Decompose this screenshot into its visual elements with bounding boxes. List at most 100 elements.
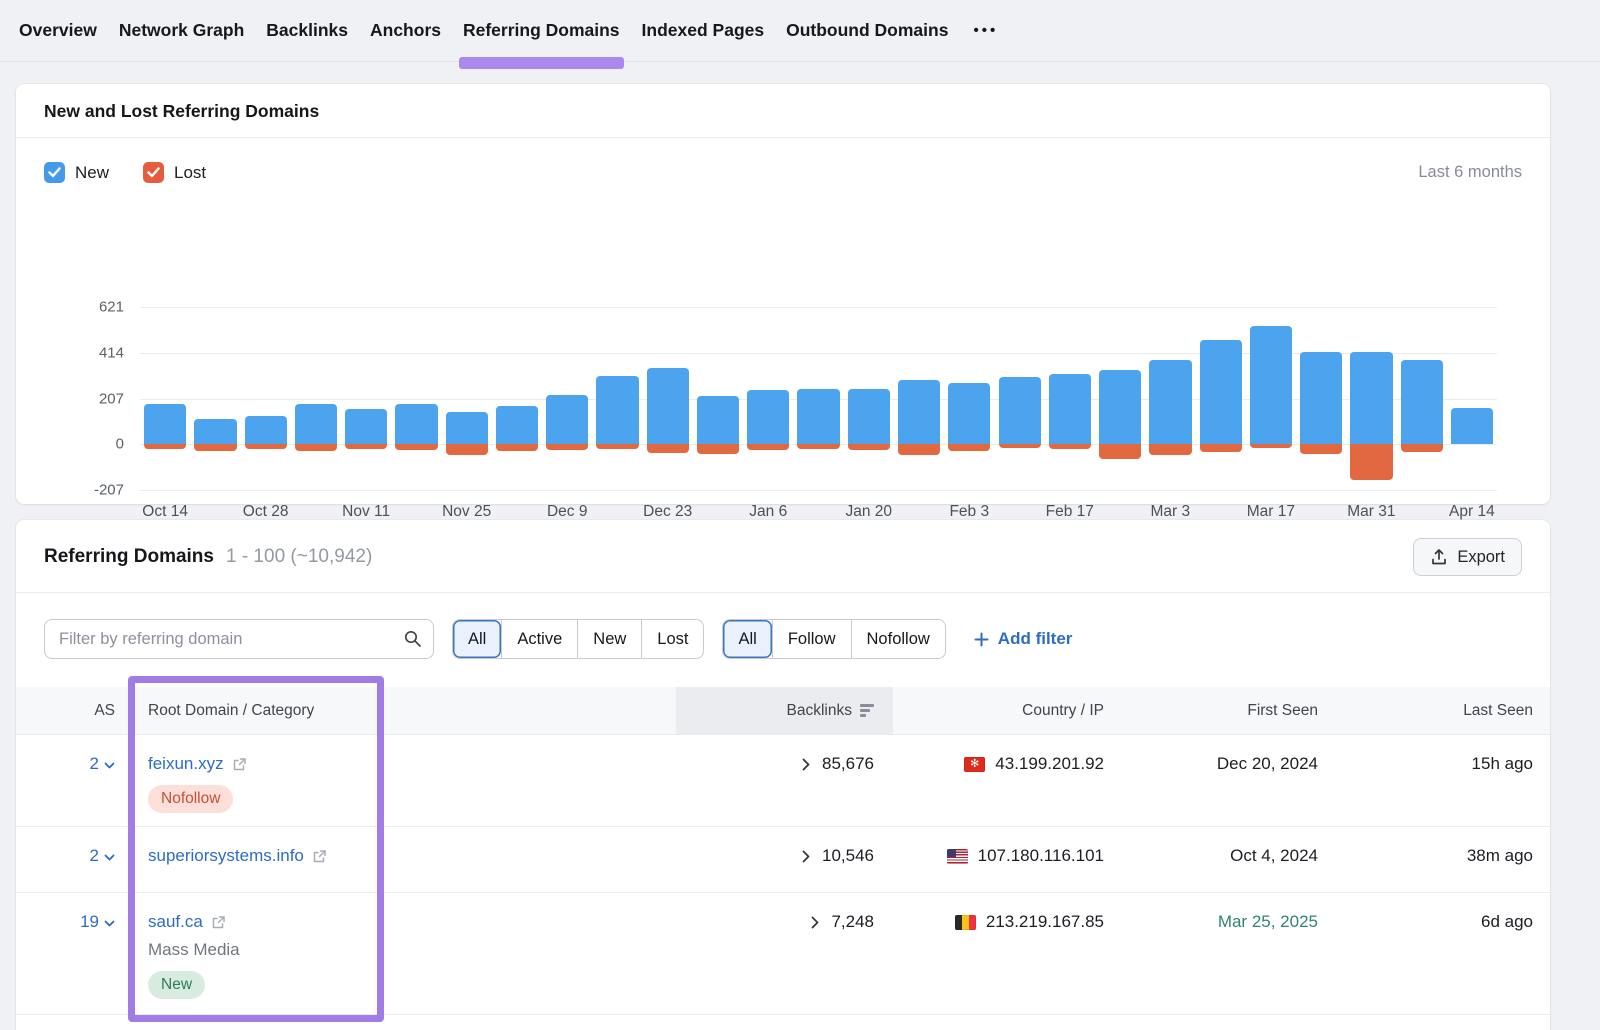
chart-bar-new[interactable] bbox=[546, 395, 588, 444]
tab-referring-domains[interactable]: Referring Domains bbox=[452, 0, 631, 62]
y-axis-tick-label: 414 bbox=[99, 344, 124, 361]
chart-bar-new[interactable] bbox=[1149, 360, 1191, 444]
status-filter-lost[interactable]: Lost bbox=[641, 620, 703, 658]
chart-bar-lost[interactable] bbox=[747, 444, 789, 450]
as-expander[interactable]: 2 bbox=[16, 735, 126, 777]
chart-bar-lost[interactable] bbox=[1250, 444, 1292, 448]
chart-bar-lost[interactable] bbox=[1049, 444, 1091, 449]
chart-bar-new[interactable] bbox=[596, 376, 638, 444]
chevron-right-icon[interactable] bbox=[802, 758, 810, 771]
chart-bar-new[interactable] bbox=[194, 419, 236, 444]
external-link-icon[interactable] bbox=[211, 915, 226, 930]
chart-bar-lost[interactable] bbox=[345, 444, 387, 449]
chart-bar-new[interactable] bbox=[999, 377, 1041, 444]
chart-bar-lost[interactable] bbox=[848, 444, 890, 450]
chart-bar-new[interactable] bbox=[848, 389, 890, 445]
checkbox-new-icon[interactable] bbox=[44, 162, 65, 183]
chart-bar-lost[interactable] bbox=[1099, 444, 1141, 459]
chart-bar-lost[interactable] bbox=[245, 444, 287, 449]
as-expander[interactable]: 19 bbox=[16, 893, 126, 935]
tab-anchors[interactable]: Anchors bbox=[359, 0, 452, 62]
export-button[interactable]: Export bbox=[1413, 538, 1522, 576]
chart-bar-new[interactable] bbox=[1200, 340, 1242, 444]
column-header-backlinks[interactable]: Backlinks bbox=[676, 687, 893, 734]
search-icon[interactable] bbox=[403, 629, 422, 653]
chart-bar-new[interactable] bbox=[747, 390, 789, 444]
chart-bar-new[interactable] bbox=[1300, 352, 1342, 444]
chart-bar-new[interactable] bbox=[797, 389, 839, 445]
chart-bar-new[interactable] bbox=[948, 383, 990, 444]
chart-bar-lost[interactable] bbox=[999, 444, 1041, 448]
backlinks-count[interactable]: 7,248 bbox=[831, 909, 874, 935]
status-filter-new[interactable]: New bbox=[577, 620, 641, 658]
add-filter-button[interactable]: Add filter bbox=[974, 629, 1073, 649]
chart-bar-new[interactable] bbox=[1049, 374, 1091, 445]
chevron-right-icon[interactable] bbox=[811, 916, 819, 929]
chart-bar-lost[interactable] bbox=[496, 444, 538, 451]
more-tabs-icon[interactable]: ••• bbox=[959, 0, 1012, 62]
chart-bar-new[interactable] bbox=[395, 404, 437, 444]
chart-bar-new[interactable] bbox=[647, 368, 689, 444]
domain-link[interactable]: sauf.ca bbox=[148, 909, 226, 935]
chart-bar-lost[interactable] bbox=[1300, 444, 1342, 453]
external-link-icon[interactable] bbox=[312, 849, 327, 864]
chart-bar-lost[interactable] bbox=[546, 444, 588, 450]
chart-bar-new[interactable] bbox=[295, 404, 337, 444]
tab-indexed-pages[interactable]: Indexed Pages bbox=[631, 0, 776, 62]
follow-filter-all[interactable]: All bbox=[723, 620, 771, 658]
table-row: 19 sauf.ca Mass Media New 7,248 213.219.… bbox=[16, 893, 1550, 1015]
follow-filter-follow[interactable]: Follow bbox=[772, 620, 851, 658]
external-link-icon[interactable] bbox=[232, 757, 247, 772]
backlinks-count[interactable]: 85,676 bbox=[822, 751, 874, 777]
chart-bar-lost[interactable] bbox=[647, 444, 689, 453]
chart-bar-new[interactable] bbox=[1451, 408, 1493, 445]
chart-bar-new[interactable] bbox=[898, 380, 940, 444]
legend-lost-checkbox[interactable]: Lost bbox=[143, 162, 206, 183]
chart-bar-lost[interactable] bbox=[395, 444, 437, 450]
chart-bar-new[interactable] bbox=[245, 416, 287, 445]
status-filter-all[interactable]: All bbox=[453, 620, 501, 658]
column-header-root-domain[interactable]: Root Domain / Category bbox=[126, 687, 676, 734]
tab-backlinks[interactable]: Backlinks bbox=[255, 0, 359, 62]
column-header-last-seen[interactable]: Last Seen bbox=[1318, 687, 1533, 734]
chart-bar-new[interactable] bbox=[345, 409, 387, 444]
follow-filter-nofollow[interactable]: Nofollow bbox=[851, 620, 945, 658]
chart-bar-new[interactable] bbox=[496, 406, 538, 444]
chart-bar-new[interactable] bbox=[697, 396, 739, 445]
tab-outbound-domains[interactable]: Outbound Domains bbox=[775, 0, 959, 62]
chart-bar-lost[interactable] bbox=[144, 444, 186, 449]
chart-bar-lost[interactable] bbox=[596, 444, 638, 449]
chart-bar-lost[interactable] bbox=[1350, 444, 1392, 480]
chart-bar-lost[interactable] bbox=[948, 444, 990, 451]
chart-bar-new[interactable] bbox=[1401, 360, 1443, 444]
chart-bar-new[interactable] bbox=[144, 404, 186, 444]
chart-bar-new[interactable] bbox=[1099, 370, 1141, 444]
chart-bar-lost[interactable] bbox=[295, 444, 337, 451]
chart-bar-new[interactable] bbox=[1250, 326, 1292, 444]
column-header-country-ip[interactable]: Country / IP bbox=[893, 687, 1104, 734]
column-header-as[interactable]: AS bbox=[16, 687, 126, 734]
legend-new-checkbox[interactable]: New bbox=[44, 162, 109, 183]
domain-link[interactable]: feixun.xyz bbox=[148, 751, 247, 777]
chart-bar-lost[interactable] bbox=[194, 444, 236, 451]
chart-bar-lost[interactable] bbox=[697, 444, 739, 454]
sort-descending-icon[interactable] bbox=[860, 704, 874, 717]
chevron-right-icon[interactable] bbox=[802, 850, 810, 863]
tab-network-graph[interactable]: Network Graph bbox=[108, 0, 255, 62]
chart-bar-new[interactable] bbox=[1350, 352, 1392, 444]
status-filter-active[interactable]: Active bbox=[501, 620, 577, 658]
chart-bar-lost[interactable] bbox=[1149, 444, 1191, 454]
checkbox-lost-icon[interactable] bbox=[143, 162, 164, 183]
chart-bar-lost[interactable] bbox=[1200, 444, 1242, 452]
chart-bar-lost[interactable] bbox=[898, 444, 940, 454]
domain-filter-input[interactable] bbox=[44, 619, 434, 659]
column-header-first-seen[interactable]: First Seen bbox=[1104, 687, 1318, 734]
as-expander[interactable]: 2 bbox=[16, 827, 126, 869]
chart-bar-new[interactable] bbox=[446, 412, 488, 444]
domain-link[interactable]: superiorsystems.info bbox=[148, 843, 327, 869]
backlinks-count[interactable]: 10,546 bbox=[822, 843, 874, 869]
tab-overview[interactable]: Overview bbox=[8, 0, 108, 62]
chart-bar-lost[interactable] bbox=[446, 444, 488, 454]
chart-bar-lost[interactable] bbox=[797, 444, 839, 449]
chart-bar-lost[interactable] bbox=[1401, 444, 1443, 451]
